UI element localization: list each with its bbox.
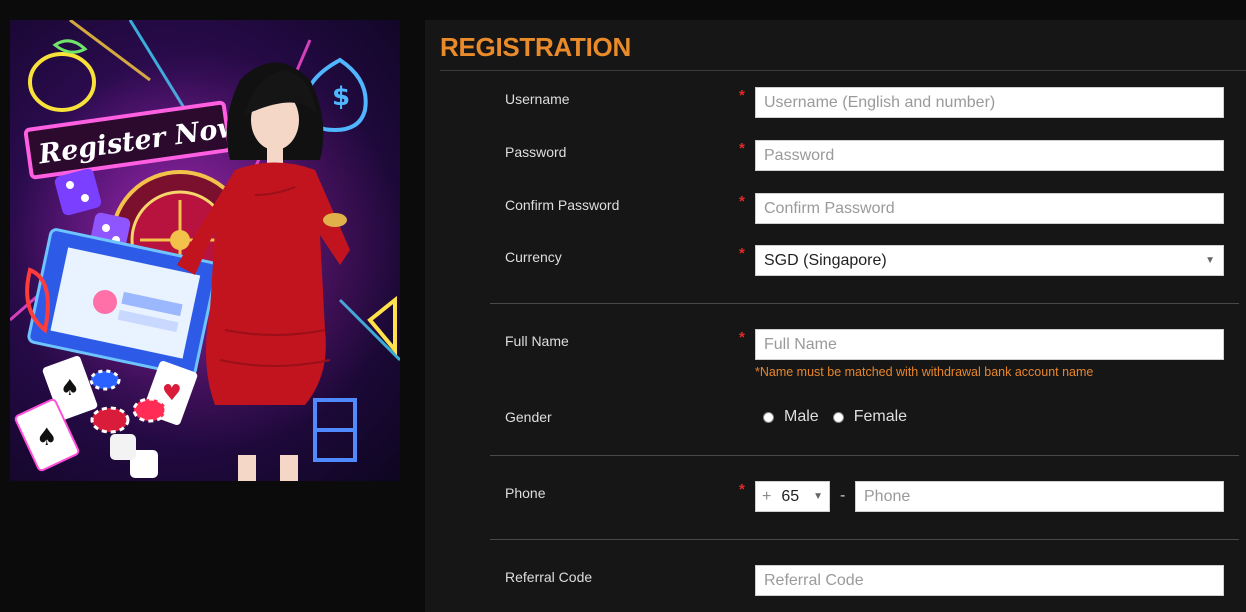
svg-text:♠: ♠ — [36, 423, 58, 451]
confirm-password-input[interactable] — [755, 193, 1224, 224]
gender-male-radio[interactable] — [763, 411, 774, 423]
required-mark: * — [739, 87, 745, 104]
svg-text:$: $ — [332, 82, 350, 112]
caret-down-icon: ▼ — [813, 491, 823, 502]
section-divider — [490, 303, 1239, 304]
currency-select[interactable]: SGD (Singapore) ▼ — [755, 245, 1224, 276]
required-mark: * — [739, 140, 745, 157]
referral-code-input[interactable] — [755, 565, 1224, 596]
caret-down-icon: ▼ — [1205, 255, 1215, 266]
gender-female-radio[interactable] — [832, 411, 844, 423]
phone-input[interactable] — [855, 481, 1224, 512]
country-code-select[interactable]: + 65 ▼ — [755, 481, 830, 512]
gender-label: Gender — [505, 409, 552, 425]
lemon-icon — [28, 39, 96, 112]
page-title: REGISTRATION — [440, 32, 631, 62]
register-promo-banner: $ Register Now ♠ ♠ ♥ — [10, 20, 400, 481]
plus-sign: + — [762, 487, 772, 505]
password-input[interactable] — [755, 140, 1224, 171]
full-name-hint: *Name must be matched with withdrawal ba… — [755, 365, 1094, 379]
required-mark: * — [739, 481, 745, 498]
gender-radio-group: Male Female — [763, 408, 921, 426]
username-label: Username — [505, 91, 570, 107]
svg-text:♥: ♥ — [162, 381, 182, 406]
country-code-value: 65 — [781, 487, 800, 505]
registration-panel: REGISTRATION Username * Password * Confi… — [425, 20, 1246, 612]
required-mark: * — [739, 245, 745, 262]
full-name-input[interactable] — [755, 329, 1224, 360]
gender-female-label[interactable]: Female — [854, 408, 907, 426]
svg-text:♠: ♠ — [60, 376, 80, 401]
username-input[interactable] — [755, 87, 1224, 118]
registration-page: $ Register Now ♠ ♠ ♥ REGISTRATION Userna… — [0, 0, 1246, 612]
phone-separator: - — [840, 487, 846, 504]
currency-label: Currency — [505, 249, 562, 265]
password-label: Password — [505, 144, 567, 160]
phone-label: Phone — [505, 485, 546, 501]
full-name-label: Full Name — [505, 333, 569, 349]
required-mark: * — [739, 329, 745, 346]
currency-value: SGD (Singapore) — [764, 251, 887, 269]
section-divider — [490, 539, 1239, 540]
referral-code-label: Referral Code — [505, 569, 593, 585]
required-mark: * — [739, 193, 745, 210]
title-divider — [440, 70, 1246, 71]
section-divider — [490, 455, 1239, 456]
gender-male-label[interactable]: Male — [784, 408, 819, 426]
confirm-password-label: Confirm Password — [505, 197, 620, 213]
